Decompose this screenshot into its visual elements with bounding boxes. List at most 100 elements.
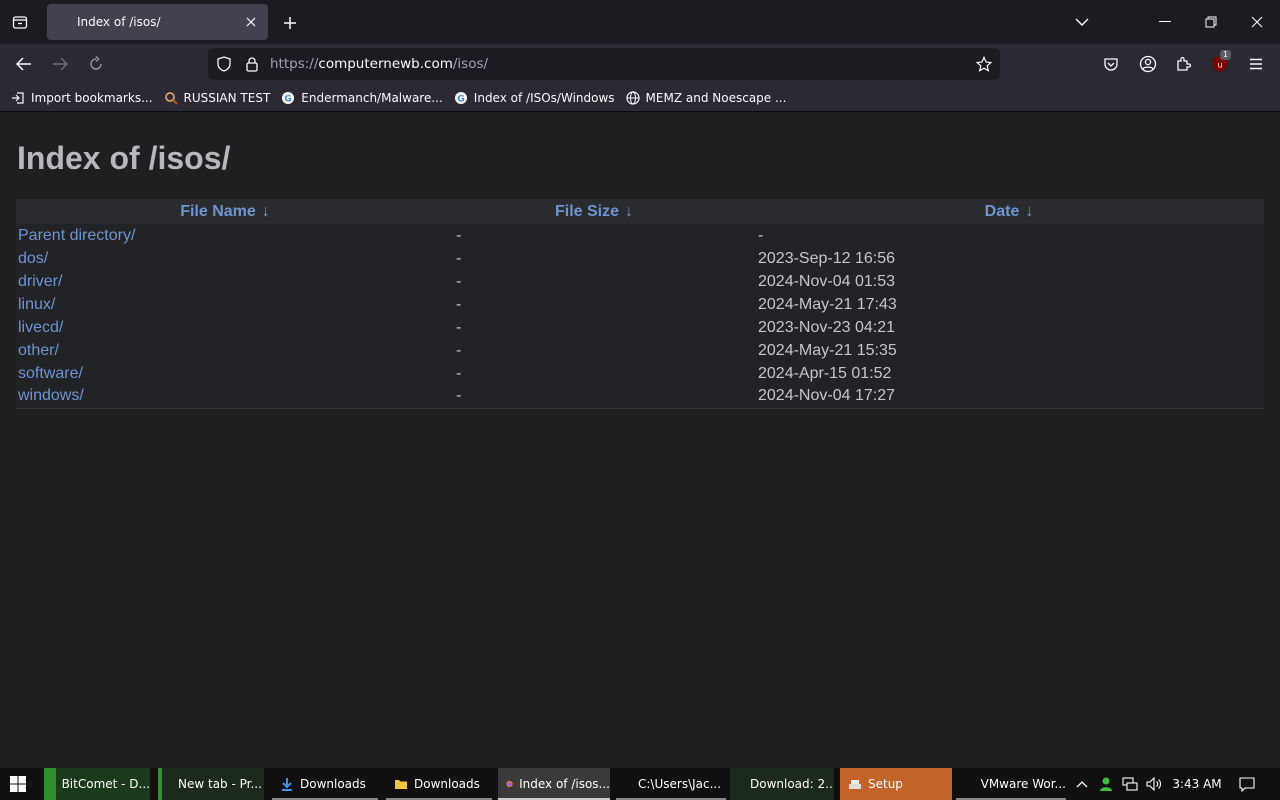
taskbar-item-bitcomet[interactable]: BitComet - D... xyxy=(44,768,150,800)
bookmark-star-button[interactable] xyxy=(974,54,994,74)
taskbar-item-vmware[interactable]: VMware Wor... xyxy=(956,768,1066,800)
url-text[interactable]: https://computernewb.com/isos/ xyxy=(270,56,488,72)
file-size-cell: - xyxy=(456,295,462,313)
restore-button[interactable] xyxy=(1188,0,1234,44)
import-icon xyxy=(10,90,26,106)
file-link[interactable]: other/ xyxy=(16,342,59,359)
windows-taskbar: BitComet - D... New tab - Pr... Download… xyxy=(0,768,1280,800)
svg-text:u: u xyxy=(1217,61,1222,70)
clock[interactable]: 3:43 AM xyxy=(1168,768,1226,800)
tab-active[interactable]: Index of /isos/ xyxy=(47,4,268,40)
file-link[interactable]: Parent directory/ xyxy=(16,227,135,244)
page-title: Index of /isos/ xyxy=(17,140,231,176)
network-button[interactable] xyxy=(1120,768,1140,800)
hamburger-menu-icon xyxy=(1250,58,1262,70)
tabs-dropdown-button[interactable] xyxy=(1070,10,1094,34)
url-domain: computernewb.com xyxy=(318,56,453,72)
extensions-button[interactable] xyxy=(1170,50,1198,78)
network-icon xyxy=(1122,777,1138,791)
app-menu-button[interactable] xyxy=(1242,50,1270,78)
file-name-cell: dos/ xyxy=(16,247,434,270)
sort-arrow-icon: ↓ xyxy=(261,202,270,220)
tab-list-icon xyxy=(12,16,28,29)
pocket-button[interactable] xyxy=(1097,50,1125,78)
file-link[interactable]: livecd/ xyxy=(16,319,63,336)
table-header-row: File Name ↓ File Size ↓ Date ↓ xyxy=(16,199,1264,224)
magnifier-favicon xyxy=(163,90,179,106)
file-link[interactable]: windows/ xyxy=(16,387,84,404)
tracking-protection-shield-icon[interactable] xyxy=(214,54,234,74)
folder-icon xyxy=(395,780,407,789)
taskbar-item-new-tab[interactable]: New tab - Pr... xyxy=(158,768,264,800)
lock-icon[interactable] xyxy=(242,54,262,74)
column-label: File Name xyxy=(180,202,256,220)
reload-button[interactable] xyxy=(82,50,110,78)
taskbar-item-setup[interactable]: Setup xyxy=(840,768,952,800)
plus-icon xyxy=(284,17,296,29)
tray-user-icon-button[interactable] xyxy=(1096,768,1116,800)
close-window-button[interactable] xyxy=(1234,0,1280,44)
firefox-icon xyxy=(506,780,513,788)
file-size-cell: - xyxy=(456,341,462,359)
tab-close-button[interactable] xyxy=(242,13,260,31)
bookmark-endermanch[interactable]: G Endermanch/Malware... xyxy=(280,86,443,110)
volume-button[interactable] xyxy=(1144,768,1164,800)
setup-drive-icon xyxy=(849,780,861,789)
directory-listing-table: File Name ↓ File Size ↓ Date ↓ Parent direc… xyxy=(16,199,1264,409)
chevron-down-icon xyxy=(1075,18,1089,26)
new-tab-button[interactable] xyxy=(278,11,302,35)
taskbar-item-label: C:\Users\Jac... xyxy=(638,777,722,791)
taskbar-item-downloads-2[interactable]: Downloads xyxy=(386,768,492,800)
column-header-file-size[interactable]: File Size ↓ xyxy=(434,199,754,224)
column-header-file-name[interactable]: File Name ↓ xyxy=(16,199,434,224)
back-button[interactable] xyxy=(10,50,38,78)
taskbar-item-downloads-1[interactable]: Downloads xyxy=(272,768,378,800)
file-link[interactable]: linux/ xyxy=(16,296,55,313)
column-header-date[interactable]: Date ↓ xyxy=(754,199,1264,224)
file-link[interactable]: driver/ xyxy=(16,273,62,290)
start-button[interactable] xyxy=(0,768,36,800)
table-row: livecd/ - 2023-Nov-23 04:21 xyxy=(16,316,1264,339)
svg-text:G: G xyxy=(285,94,292,104)
action-center-button[interactable] xyxy=(1234,768,1260,800)
file-link[interactable]: software/ xyxy=(16,365,83,382)
file-link[interactable]: dos/ xyxy=(16,250,48,267)
download-arrow-icon xyxy=(282,778,292,791)
file-name-cell: other/ xyxy=(16,339,434,362)
browser-window-icon xyxy=(158,768,162,800)
taskbar-item-download-progress[interactable]: Download: 2... xyxy=(730,768,834,800)
date-cell: - xyxy=(758,226,764,244)
account-button[interactable] xyxy=(1134,50,1162,78)
bookmark-import[interactable]: Import bookmarks... xyxy=(10,86,153,110)
forward-button[interactable] xyxy=(46,50,74,78)
bookmark-index-isos-windows[interactable]: G Index of /ISOs/Windows xyxy=(453,86,615,110)
show-hidden-icons-button[interactable] xyxy=(1072,768,1092,800)
ublock-origin-button[interactable]: u 1 xyxy=(1206,50,1234,78)
file-name-cell: linux/ xyxy=(16,293,434,316)
puzzle-icon xyxy=(1177,56,1192,71)
date-cell: 2023-Nov-23 04:21 xyxy=(758,318,895,336)
taskbar-item-firefox[interactable]: Index of /isos... xyxy=(498,768,610,800)
bookmark-russian-test[interactable]: RUSSIAN TEST xyxy=(163,86,270,110)
table-row: linux/ - 2024-May-21 17:43 xyxy=(16,293,1264,316)
file-size-cell: - xyxy=(456,364,462,382)
file-name-cell: livecd/ xyxy=(16,316,434,339)
bookmark-label: MEMZ and Noescape ... xyxy=(645,90,787,105)
table-row: other/ - 2024-May-21 15:35 xyxy=(16,339,1264,362)
taskbar-item-label: Downloads xyxy=(300,777,366,791)
date-cell: 2023-Sep-12 16:56 xyxy=(758,249,895,267)
speaker-icon xyxy=(1146,777,1161,791)
bookmark-memz-noescape[interactable]: MEMZ and Noescape ... xyxy=(625,86,787,110)
minimize-button[interactable] xyxy=(1142,0,1188,44)
notification-icon xyxy=(1239,777,1255,792)
taskbar-item-explorer[interactable]: C:\Users\Jac... xyxy=(616,768,726,800)
url-bar[interactable]: https://computernewb.com/isos/ xyxy=(208,48,1000,80)
taskbar-item-label: VMware Wor... xyxy=(980,777,1066,791)
globe-icon xyxy=(625,90,641,106)
taskbar-item-label: Index of /isos... xyxy=(519,777,610,791)
pocket-icon xyxy=(1104,58,1118,71)
list-all-tabs-button[interactable] xyxy=(6,10,34,34)
arrow-left-icon xyxy=(16,57,31,71)
bookmark-label: Import bookmarks... xyxy=(31,90,153,105)
date-cell: 2024-Apr-15 01:52 xyxy=(758,364,892,382)
